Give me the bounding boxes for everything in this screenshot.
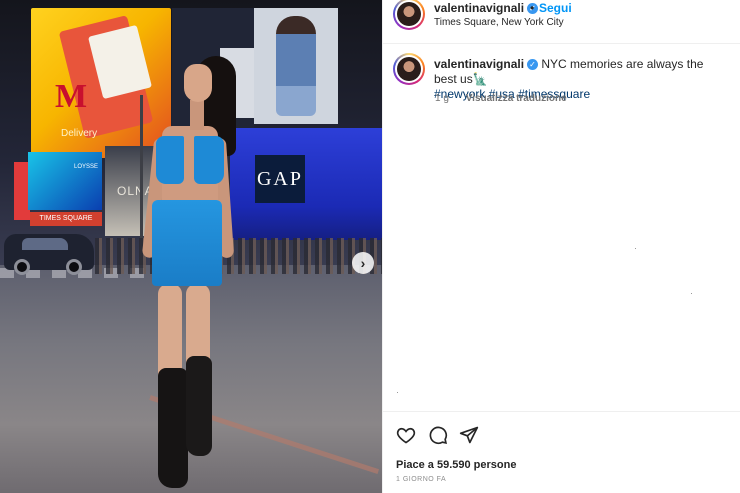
likes-count[interactable]: Piace a 59.590 persone [396,459,516,471]
share-icon[interactable] [458,424,480,446]
billboard-text: Delivery [61,128,98,139]
woman-face [184,64,212,102]
blue-top-left [156,136,184,184]
mcdonalds-logo: M [55,78,88,115]
post-sidebar: valentinavignali ✓ • Segui Times Square, … [382,0,740,493]
location-link[interactable]: Times Square, New York City [434,17,564,28]
verified-badge-icon: ✓ [527,59,539,71]
heart-icon[interactable] [395,424,417,446]
statue-of-liberty-emoji: 🗽 [472,72,488,86]
caption-meta: 1 g Visualizza traduzione [435,93,567,104]
post-photo[interactable]: M Delivery GAP LOYSSE OLNA TIMES SQUARE … [0,0,382,493]
caption-username[interactable]: valentinavignali [434,57,524,71]
black-boot-right [186,356,212,456]
car [4,234,94,275]
comment-icon[interactable] [427,424,449,446]
username-link[interactable]: valentinavignali ✓ [434,1,539,15]
blue-building [230,128,382,240]
caption-age: 1 g [435,93,449,104]
post-header: valentinavignali ✓ • Segui Times Square, … [383,0,740,44]
avatar[interactable] [393,0,425,30]
crowd [95,238,382,274]
woman-neck [190,100,204,130]
mcdonalds-billboard: M Delivery [31,8,171,158]
translate-button[interactable]: Visualizza traduzione [466,93,567,104]
separator-dot: • [530,1,535,15]
fashion-billboard [254,8,338,124]
digital-screen: LOYSSE [28,152,102,210]
street-sign: TIMES SQUARE [30,212,102,226]
post-time: 1 GIORNO FA [396,476,447,483]
gap-logo: GAP [255,155,305,203]
next-arrow-icon[interactable]: › [352,252,374,274]
follow-button[interactable]: Segui [539,1,572,15]
action-bar: Piace a 59.590 persone 1 GIORNO FA [383,411,740,493]
blue-top-right [194,136,224,184]
black-boot-left [158,368,188,488]
caption-avatar[interactable] [393,53,425,85]
blue-skirt [152,200,222,286]
